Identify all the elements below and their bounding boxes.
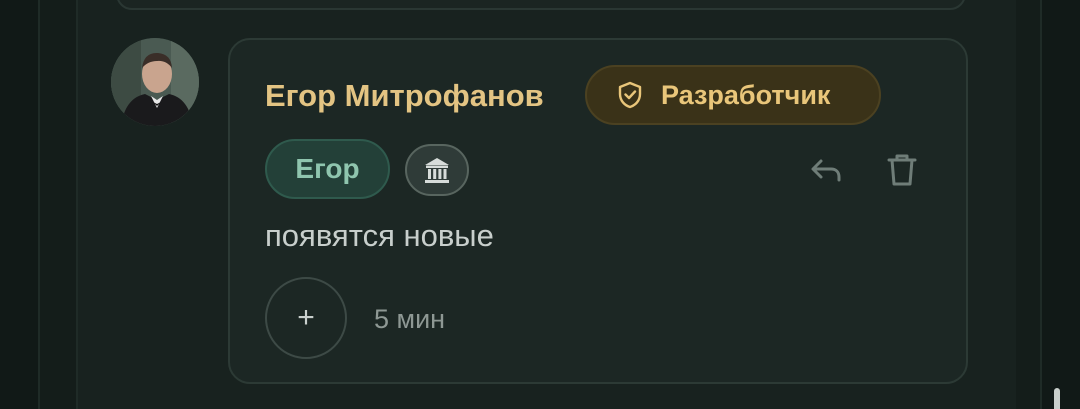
- institution-icon: [425, 158, 449, 183]
- institution-chip[interactable]: [405, 144, 469, 196]
- name-chip[interactable]: Егор: [265, 139, 390, 199]
- trash-icon: [887, 154, 917, 186]
- author-name[interactable]: Егор Митрофанов: [265, 76, 544, 116]
- reply-button[interactable]: [806, 150, 846, 190]
- shield-check-icon: [617, 81, 643, 109]
- role-badge: Разработчик: [585, 65, 881, 125]
- comment-message: появятся новые: [265, 218, 494, 253]
- avatar-image: [111, 38, 199, 126]
- previous-comment-card: [116, 0, 966, 10]
- reply-icon: [811, 159, 841, 182]
- add-reaction-button[interactable]: +: [265, 277, 347, 359]
- scrollbar[interactable]: [1054, 388, 1060, 409]
- delete-button[interactable]: [880, 148, 924, 192]
- comments-page: Егор Митрофанов Разработчик Егор появятс…: [0, 0, 1080, 409]
- avatar[interactable]: [111, 38, 199, 126]
- role-badge-label: Разработчик: [661, 79, 831, 110]
- comment-timestamp: 5 мин: [374, 304, 446, 334]
